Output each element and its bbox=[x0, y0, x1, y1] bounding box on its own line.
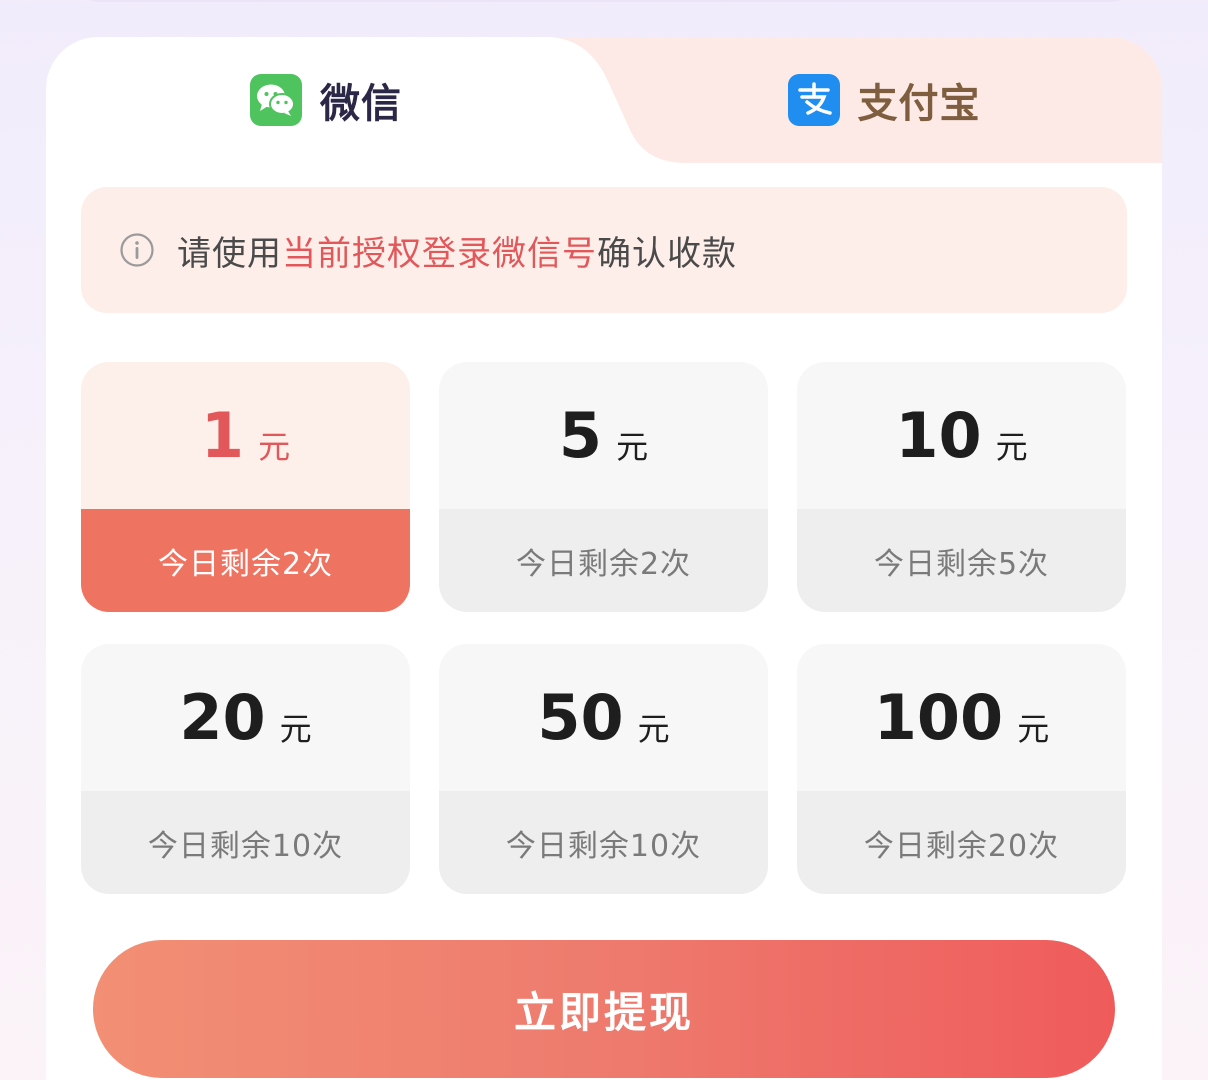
amount-unit: 元 bbox=[616, 427, 649, 466]
amount-unit: 元 bbox=[995, 427, 1028, 466]
amount-option-1[interactable]: 1 元 今日剩余2次 bbox=[81, 362, 410, 612]
amount-unit: 元 bbox=[1017, 709, 1050, 748]
amount-unit: 元 bbox=[258, 427, 291, 466]
remaining-count: 今日剩余10次 bbox=[81, 791, 410, 894]
amount-display: 1 元 bbox=[81, 362, 410, 509]
amount-options: 1 元 今日剩余2次 5 元 今日剩余2次 10 元 今日剩余5次 20 元 今… bbox=[81, 362, 1127, 894]
tab-alipay-label: 支付宝 bbox=[857, 81, 981, 127]
amount-value: 20 bbox=[179, 680, 266, 754]
notice-prefix: 请使用 bbox=[177, 233, 282, 274]
info-icon bbox=[119, 232, 155, 268]
amount-display: 50 元 bbox=[439, 644, 768, 791]
wechat-icon bbox=[250, 74, 302, 126]
amount-display: 10 元 bbox=[797, 362, 1126, 509]
remaining-count: 今日剩余10次 bbox=[439, 791, 768, 894]
amount-display: 5 元 bbox=[439, 362, 768, 509]
remaining-count: 今日剩余2次 bbox=[439, 509, 768, 612]
top-panel-edge bbox=[70, 0, 1140, 2]
notice-text: 请使用当前授权登录微信号确认收款 bbox=[177, 226, 737, 275]
remaining-count: 今日剩余2次 bbox=[81, 509, 410, 612]
amount-option-50[interactable]: 50 元 今日剩余10次 bbox=[439, 644, 768, 894]
withdraw-now-button[interactable]: 立即提现 bbox=[93, 940, 1115, 1078]
amount-option-10[interactable]: 10 元 今日剩余5次 bbox=[797, 362, 1126, 612]
amount-display: 20 元 bbox=[81, 644, 410, 791]
tab-wechat[interactable]: 微信 bbox=[46, 37, 606, 163]
notice-banner: 请使用当前授权登录微信号确认收款 bbox=[81, 187, 1127, 313]
amount-option-5[interactable]: 5 元 今日剩余2次 bbox=[439, 362, 768, 612]
amount-option-20[interactable]: 20 元 今日剩余10次 bbox=[81, 644, 410, 894]
amount-option-100[interactable]: 100 元 今日剩余20次 bbox=[797, 644, 1126, 894]
amount-unit: 元 bbox=[637, 709, 670, 748]
payment-tabs: 微信 支付宝 bbox=[46, 37, 1162, 163]
notice-suffix: 确认收款 bbox=[597, 233, 737, 274]
notice-highlight: 当前授权登录微信号 bbox=[282, 233, 597, 274]
amount-unit: 元 bbox=[279, 709, 312, 748]
amount-value: 50 bbox=[537, 680, 624, 754]
amount-value: 10 bbox=[895, 398, 982, 472]
remaining-count: 今日剩余5次 bbox=[797, 509, 1126, 612]
alipay-icon bbox=[787, 74, 840, 126]
remaining-count: 今日剩余20次 bbox=[797, 791, 1126, 894]
withdraw-card: 微信 支付宝 请使用当前授权登录微信号确认收款 1 元 今日剩余2次 5 元 今… bbox=[46, 37, 1162, 1080]
amount-display: 100 元 bbox=[797, 644, 1126, 791]
amount-value: 1 bbox=[200, 398, 245, 472]
tab-wechat-label: 微信 bbox=[320, 81, 402, 127]
tab-alipay[interactable]: 支付宝 bbox=[606, 37, 1162, 163]
amount-value: 5 bbox=[558, 398, 603, 472]
amount-value: 100 bbox=[873, 680, 1004, 754]
